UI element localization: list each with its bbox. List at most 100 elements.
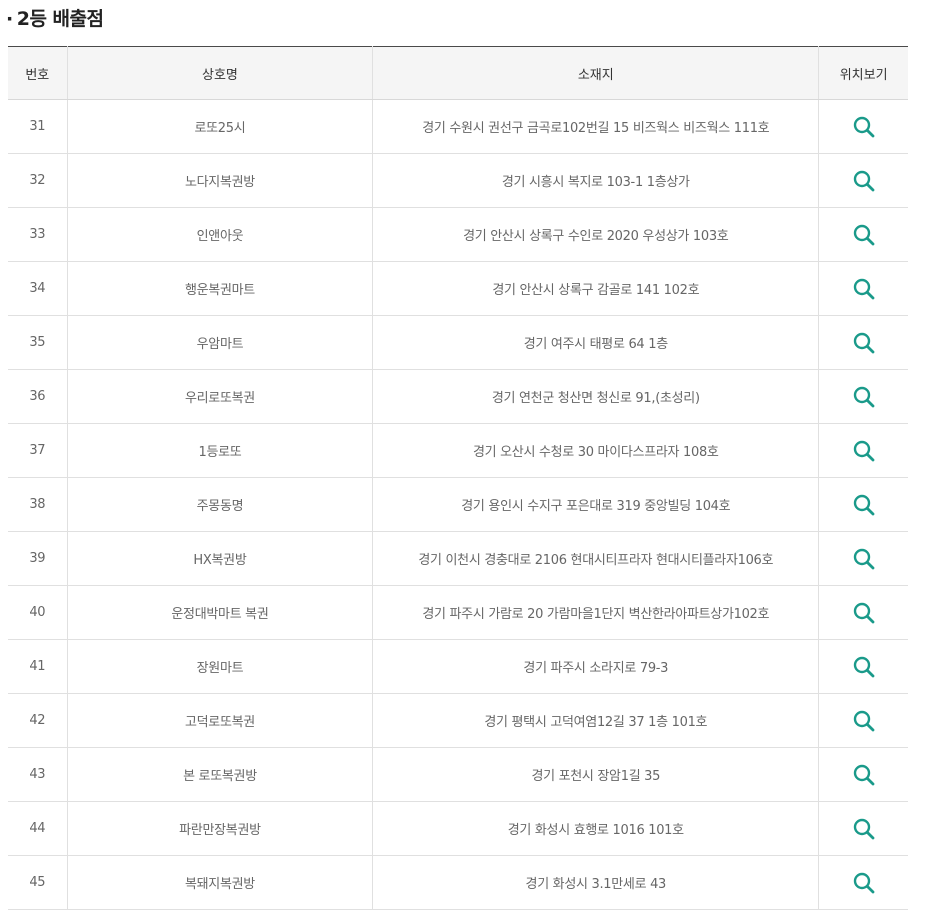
store-name: 파란만장복권방	[66, 801, 373, 856]
header-map: 위치보기	[818, 46, 908, 100]
title-text: 2등 배출점	[16, 8, 104, 30]
map-cell	[818, 153, 908, 208]
map-cell	[818, 315, 908, 370]
header-address: 소재지	[372, 46, 819, 100]
table-header-row: 번호 상호명 소재지 위치보기	[8, 46, 908, 100]
store-address: 경기 파주시 가람로 20 가람마을1단지 벽산한라아파트상가102호	[372, 585, 819, 640]
store-name: 인앤아웃	[66, 207, 373, 262]
store-name: 행운복권마트	[66, 261, 373, 316]
table-row: 35 우암마트 경기 여주시 태평로 64 1층	[8, 315, 908, 370]
title-bullet: ·	[6, 8, 13, 30]
store-name: 본 로또복권방	[66, 747, 373, 802]
row-number: 31	[8, 99, 68, 154]
store-name: 주몽동명	[66, 477, 373, 532]
store-address: 경기 파주시 소라지로 79-3	[372, 639, 819, 694]
store-name: 복돼지복권방	[66, 855, 373, 910]
table-row: 37 1등로또 경기 오산시 수청로 30 마이다스프라자 108호	[8, 423, 908, 478]
view-location-button[interactable]	[852, 709, 876, 733]
table-row: 31 로또25시 경기 수원시 권선구 금곡로102번길 15 비즈웍스 비즈웍스 …	[8, 99, 908, 154]
search-icon	[853, 656, 875, 677]
view-location-button[interactable]	[852, 385, 876, 409]
store-name: 로또25시	[66, 99, 373, 154]
store-address: 경기 화성시 3.1만세로 43	[372, 855, 819, 910]
table-row: 41 장원마트 경기 파주시 소라지로 79-3	[8, 639, 908, 694]
view-location-button[interactable]	[852, 331, 876, 355]
search-icon	[853, 386, 875, 407]
store-address: 경기 이천시 경충대로 2106 현대시티프라자 현대시티플라자106호	[372, 531, 819, 586]
search-icon	[853, 332, 875, 353]
map-cell	[818, 639, 908, 694]
table-row: 44 파란만장복권방 경기 화성시 효행로 1016 101호	[8, 801, 908, 856]
store-name: 우암마트	[66, 315, 373, 370]
view-location-button[interactable]	[852, 547, 876, 571]
row-number: 43	[8, 747, 68, 802]
map-cell	[818, 207, 908, 262]
map-cell	[818, 585, 908, 640]
view-location-button[interactable]	[852, 871, 876, 895]
search-icon	[853, 278, 875, 299]
view-location-button[interactable]	[852, 223, 876, 247]
map-cell	[818, 261, 908, 316]
row-number: 34	[8, 261, 68, 316]
search-icon	[853, 764, 875, 785]
view-location-button[interactable]	[852, 655, 876, 679]
view-location-button[interactable]	[852, 277, 876, 301]
row-number: 33	[8, 207, 68, 262]
row-number: 44	[8, 801, 68, 856]
row-number: 38	[8, 477, 68, 532]
header-no: 번호	[8, 46, 68, 100]
store-address: 경기 수원시 권선구 금곡로102번길 15 비즈웍스 비즈웍스 111호	[372, 99, 819, 154]
view-location-button[interactable]	[852, 115, 876, 139]
row-number: 39	[8, 531, 68, 586]
store-address: 경기 안산시 상록구 수인로 2020 우성상가 103호	[372, 207, 819, 262]
search-icon	[853, 548, 875, 569]
store-name: 장원마트	[66, 639, 373, 694]
store-address: 경기 오산시 수청로 30 마이다스프라자 108호	[372, 423, 819, 478]
map-cell	[818, 99, 908, 154]
store-address: 경기 시흥시 복지로 103-1 1층상가	[372, 153, 819, 208]
search-icon	[853, 116, 875, 137]
view-location-button[interactable]	[852, 493, 876, 517]
table-row: 43 본 로또복권방 경기 포천시 장암1길 35	[8, 747, 908, 802]
store-address: 경기 평택시 고덕여염12길 37 1층 101호	[372, 693, 819, 748]
view-location-button[interactable]	[852, 763, 876, 787]
map-cell	[818, 369, 908, 424]
table-body: 31 로또25시 경기 수원시 권선구 금곡로102번길 15 비즈웍스 비즈웍스 …	[8, 99, 908, 910]
row-number: 36	[8, 369, 68, 424]
row-number: 42	[8, 693, 68, 748]
store-name: 노다지복권방	[66, 153, 373, 208]
header-name: 상호명	[66, 46, 373, 100]
table-row: 38 주몽동명 경기 용인시 수지구 포은대로 319 중앙빌딩 104호	[8, 477, 908, 532]
store-address: 경기 포천시 장암1길 35	[372, 747, 819, 802]
search-icon	[853, 224, 875, 245]
store-address: 경기 연천군 청산면 청신로 91,(초성리)	[372, 369, 819, 424]
view-location-button[interactable]	[852, 817, 876, 841]
map-cell	[818, 531, 908, 586]
table-row: 34 행운복권마트 경기 안산시 상록구 감골로 141 102호	[8, 261, 908, 316]
row-number: 41	[8, 639, 68, 694]
store-name: 1등로또	[66, 423, 373, 478]
search-icon	[853, 440, 875, 461]
table-row: 33 인앤아웃 경기 안산시 상록구 수인로 2020 우성상가 103호	[8, 207, 908, 262]
store-address: 경기 용인시 수지구 포은대로 319 중앙빌딩 104호	[372, 477, 819, 532]
map-cell	[818, 747, 908, 802]
store-name: HX복권방	[66, 531, 373, 586]
search-icon	[853, 872, 875, 893]
table-row: 42 고덕로또복권 경기 평택시 고덕여염12길 37 1층 101호	[8, 693, 908, 748]
table-row: 36 우리로또복권 경기 연천군 청산면 청신로 91,(초성리)	[8, 369, 908, 424]
table-row: 39 HX복권방 경기 이천시 경충대로 2106 현대시티프라자 현대시티플라자1…	[8, 531, 908, 586]
search-icon	[853, 818, 875, 839]
table-row: 40 운정대박마트 복권 경기 파주시 가람로 20 가람마을1단지 벽산한라아파트…	[8, 585, 908, 640]
store-name: 운정대박마트 복권	[66, 585, 373, 640]
view-location-button[interactable]	[852, 601, 876, 625]
store-table: 번호 상호명 소재지 위치보기 31 로또25시 경기 수원시 권선구 금곡로102…	[8, 46, 908, 910]
view-location-button[interactable]	[852, 439, 876, 463]
map-cell	[818, 855, 908, 910]
store-name: 고덕로또복권	[66, 693, 373, 748]
search-icon	[853, 494, 875, 515]
row-number: 35	[8, 315, 68, 370]
table-row: 32 노다지복권방 경기 시흥시 복지로 103-1 1층상가	[8, 153, 908, 208]
row-number: 40	[8, 585, 68, 640]
view-location-button[interactable]	[852, 169, 876, 193]
map-cell	[818, 477, 908, 532]
